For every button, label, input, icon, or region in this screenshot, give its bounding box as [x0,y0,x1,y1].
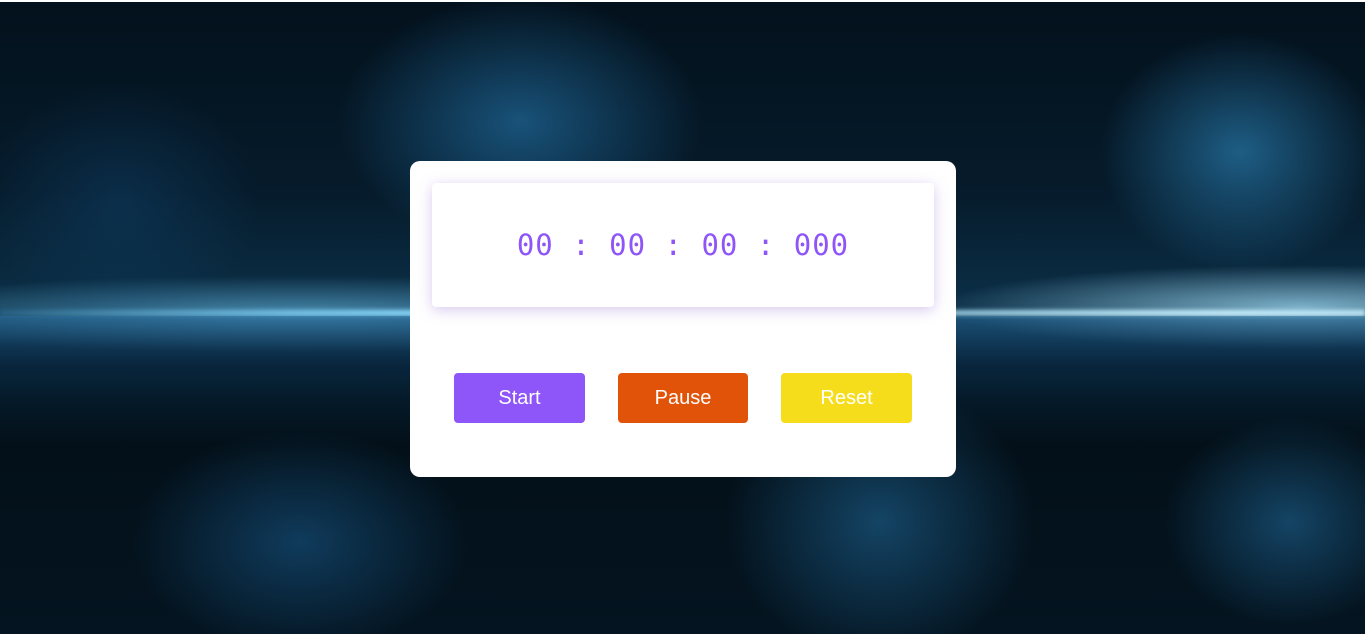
minutes-value: 00 [609,228,647,262]
stopwatch-card: 00 : 00 : 00 : 000 Start Pause Reset [410,161,956,477]
milliseconds-value: 000 [793,228,850,262]
seconds-value: 00 [701,228,739,262]
separator: : [738,228,794,262]
time-display: 00 : 00 : 00 : 000 [432,183,934,307]
start-button[interactable]: Start [454,373,585,423]
time-readout: 00 : 00 : 00 : 000 [517,228,849,262]
top-border [0,0,1365,2]
hours-value: 00 [516,228,554,262]
reset-button[interactable]: Reset [781,373,912,423]
pause-button[interactable]: Pause [618,373,748,423]
separator: : [553,228,610,262]
separator: : [646,228,702,262]
